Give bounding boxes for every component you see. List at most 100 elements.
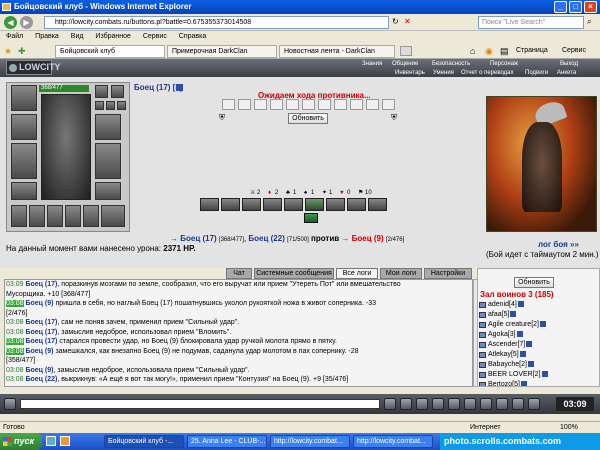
spell-slot[interactable]	[238, 99, 251, 110]
spell-slot[interactable]	[302, 99, 315, 110]
new-tab-icon[interactable]	[400, 46, 412, 56]
belt-slot[interactable]	[11, 182, 37, 200]
back-icon[interactable]: ◀	[4, 16, 17, 29]
gloves-slot[interactable]	[95, 114, 121, 140]
earring-slot[interactable]	[95, 85, 108, 98]
sound-icon[interactable]	[464, 398, 476, 410]
player-list-item[interactable]: Agoka[3]	[478, 330, 599, 340]
armor-slot[interactable]	[11, 143, 37, 179]
player-list-name[interactable]: Babayche[2]	[488, 361, 527, 368]
menu-tools[interactable]: Сервис	[143, 33, 167, 40]
spell-slot[interactable]	[318, 99, 331, 110]
tools-menu[interactable]: Сервис	[562, 47, 586, 54]
bag-slot-2[interactable]	[29, 205, 45, 227]
ring-slot-1[interactable]	[95, 101, 104, 110]
combatant-self[interactable]: Боец (17)	[180, 234, 216, 243]
nav-skills[interactable]: Умения	[433, 69, 454, 77]
send-icon[interactable]	[384, 398, 396, 410]
task-button[interactable]: 25. Anna Lee - CLUB-...	[187, 435, 267, 448]
player-info-icon[interactable]	[539, 321, 546, 328]
search-input[interactable]: Поиск "Live Search"	[478, 16, 584, 29]
menu-favorites[interactable]: Избранное	[95, 33, 130, 40]
tab-settings[interactable]: Настройки	[424, 268, 472, 279]
log-fighter-name[interactable]: Боец (9)	[25, 300, 53, 307]
bag-slot-3[interactable]	[47, 205, 63, 227]
nav-social[interactable]: Общение	[392, 60, 418, 68]
player-list-item[interactable]: adenid[4]	[478, 300, 599, 310]
player-list-item[interactable]: Bertozo[5]	[478, 380, 599, 386]
spell-slot[interactable]	[222, 99, 235, 110]
player-list-name[interactable]: afaa[5]	[488, 311, 509, 318]
player-list-item[interactable]: afaa[5]	[478, 310, 599, 320]
task-button[interactable]: Бойцовский клуб -...	[104, 435, 184, 448]
rss-icon[interactable]: ◉	[485, 46, 493, 57]
shield-slot[interactable]	[95, 143, 121, 179]
spell-slot[interactable]	[366, 99, 379, 110]
minimize-button[interactable]: _	[554, 1, 567, 13]
search-icon[interactable]: ⌕	[587, 17, 591, 27]
refresh-button[interactable]: Обновить	[288, 113, 328, 124]
skill-button[interactable]	[242, 198, 261, 211]
home-icon[interactable]: ⌂	[470, 46, 475, 56]
print-icon[interactable]: ▤	[500, 46, 509, 57]
player-list-item[interactable]: Ascender[7]	[478, 340, 599, 350]
log-fighter-name[interactable]: Боец (9)	[25, 386, 53, 387]
nav-security[interactable]: Безопасность	[432, 60, 470, 68]
combatant-ally[interactable]: Боец (22)	[248, 234, 284, 243]
menu-edit[interactable]: Правка	[35, 33, 59, 40]
filter-icon[interactable]	[432, 398, 444, 410]
player-list-name[interactable]: BEER LOVER[2]	[488, 371, 541, 378]
player-info-icon[interactable]	[526, 341, 533, 348]
player-list-name[interactable]: adenid[4]	[488, 301, 517, 308]
exit-icon[interactable]	[528, 398, 540, 410]
friends-icon[interactable]	[512, 398, 524, 410]
battle-log[interactable]: 03:09 Боец (17), поразкинув мозгами по з…	[4, 279, 473, 387]
log-fighter-name[interactable]: Боец (17)	[25, 338, 57, 345]
combatant-enemy[interactable]: Боец (9)	[352, 234, 384, 243]
skill-button[interactable]	[305, 198, 324, 211]
skill-button[interactable]	[200, 198, 219, 211]
log-fighter-name[interactable]: Боец (9)	[25, 367, 53, 374]
log-fighter-name[interactable]: Боец (17)	[25, 319, 57, 326]
spell-slot[interactable]	[286, 99, 299, 110]
player-list-name[interactable]: Atlekay[5]	[488, 351, 519, 358]
translit-icon[interactable]	[448, 398, 460, 410]
bag-slot-5[interactable]	[83, 205, 99, 227]
page-menu[interactable]: Страница	[516, 47, 548, 54]
tab-chat[interactable]: Чат	[226, 268, 252, 279]
settings-icon[interactable]	[480, 398, 492, 410]
player-list-item[interactable]: BEER LOVER[2]	[478, 370, 599, 380]
task-button[interactable]: http://lowcity.combat...	[270, 435, 350, 448]
bag-slot-1[interactable]	[11, 205, 27, 227]
player-info-icon[interactable]	[517, 301, 524, 308]
close-button[interactable]: ×	[584, 1, 597, 13]
maximize-button[interactable]: □	[569, 1, 582, 13]
spell-slot[interactable]	[334, 99, 347, 110]
refresh-icon[interactable]: ↻	[392, 17, 399, 26]
nav-exit[interactable]: Выход	[560, 60, 578, 68]
clear-icon[interactable]	[416, 398, 428, 410]
start-button[interactable]: пуск	[0, 433, 42, 450]
active-skill-icon[interactable]	[304, 213, 318, 223]
spell-slot[interactable]	[350, 99, 363, 110]
player-info-icon[interactable]	[176, 84, 183, 91]
quicklaunch-icon[interactable]	[46, 436, 56, 446]
chat-menu-icon[interactable]	[4, 398, 16, 410]
add-favorites-icon[interactable]: ✚	[18, 46, 26, 57]
nav-transfers[interactable]: Отчет о переводах	[461, 69, 514, 77]
spell-slot[interactable]	[270, 99, 283, 110]
weapon-slot[interactable]	[11, 114, 37, 140]
menu-help[interactable]: Справка	[179, 33, 206, 40]
sidebar-refresh-button[interactable]: Обновить	[514, 277, 554, 288]
tab-active[interactable]: Бойцовский клуб	[55, 45, 165, 58]
skill-button[interactable]	[368, 198, 387, 211]
nav-feats[interactable]: Подвиги	[525, 69, 548, 77]
tab-my-logs[interactable]: Мои логи	[380, 268, 422, 279]
spell-slot[interactable]	[382, 99, 395, 110]
battle-log-link[interactable]: лог боя »»	[538, 240, 579, 249]
tab-all-logs[interactable]: Все логи	[336, 268, 378, 279]
spell-slot[interactable]	[254, 99, 267, 110]
tab-system[interactable]: Системные сообщения	[254, 268, 334, 279]
player-info-icon[interactable]	[510, 311, 517, 318]
player-info-icon[interactable]	[519, 351, 526, 358]
